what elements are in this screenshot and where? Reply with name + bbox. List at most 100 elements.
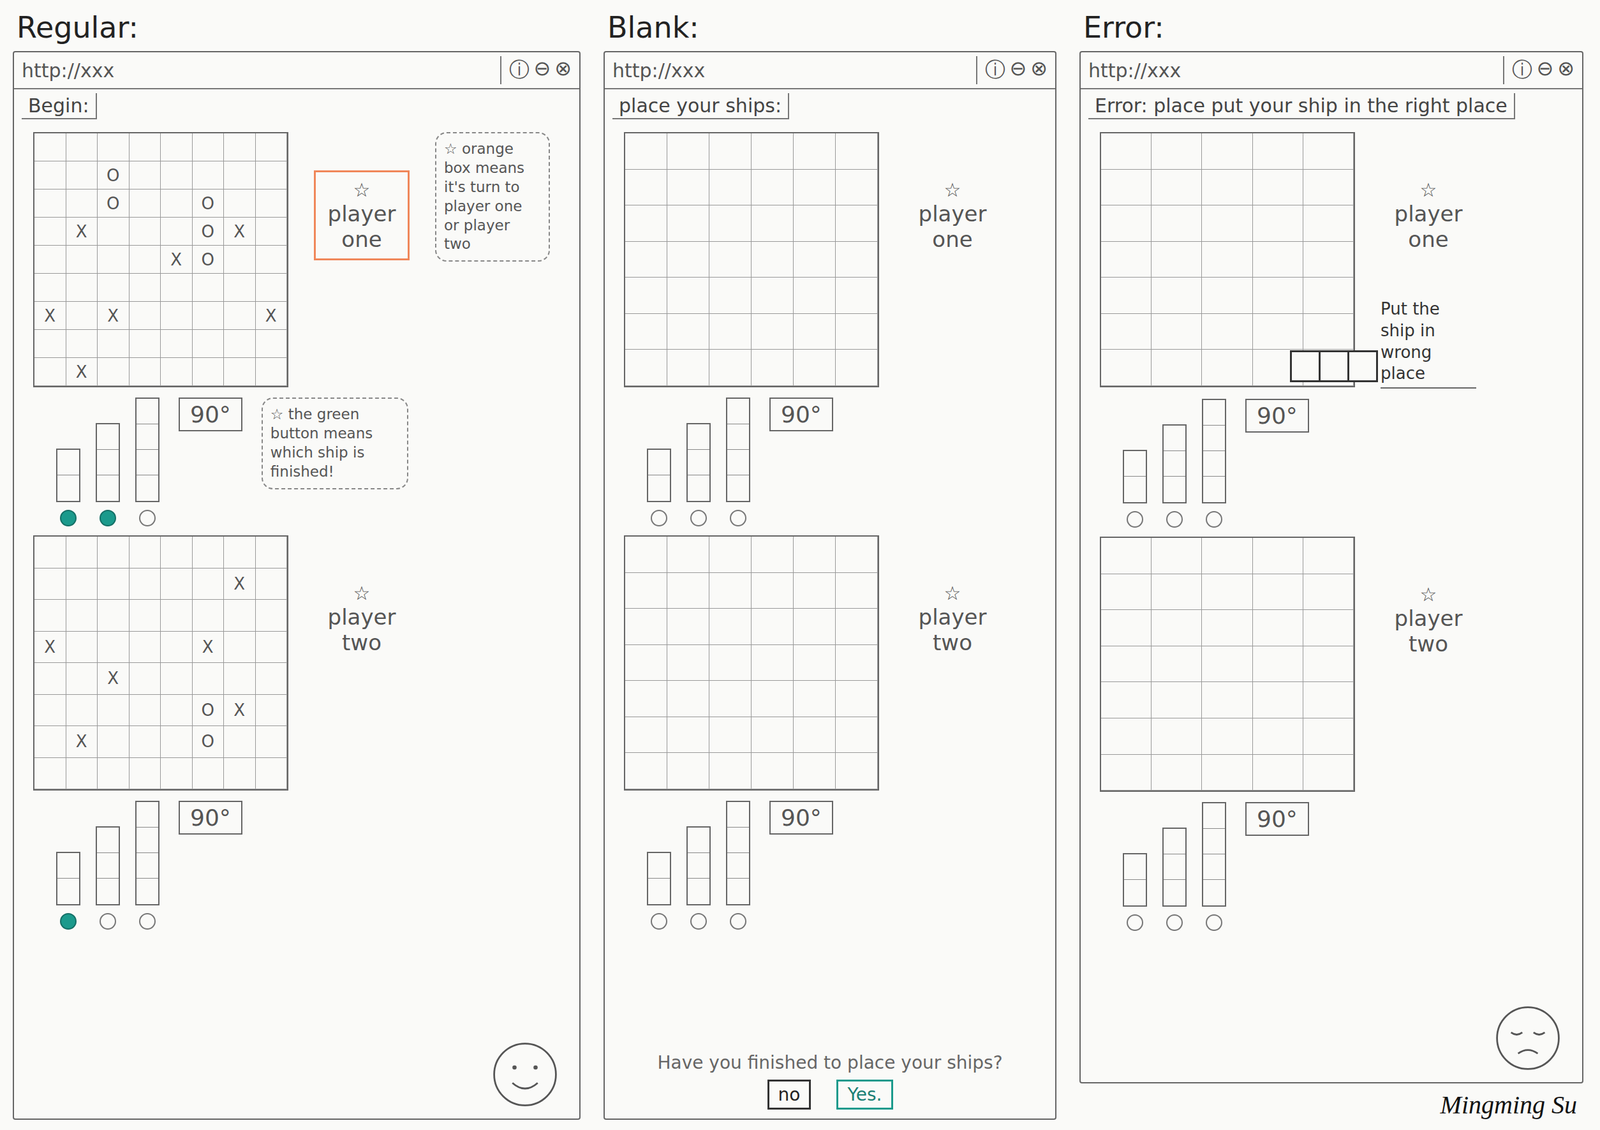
grid-cell[interactable]: [97, 217, 130, 246]
grid-cell[interactable]: [160, 357, 193, 386]
grid-cell[interactable]: [793, 717, 836, 754]
prompt-button[interactable]: Yes.: [836, 1079, 893, 1110]
grid-cell[interactable]: [1151, 241, 1202, 279]
grid-cell[interactable]: [667, 536, 710, 573]
grid-cell[interactable]: [97, 273, 130, 302]
grid-cell[interactable]: [129, 301, 162, 330]
grid-cell[interactable]: X: [66, 357, 99, 386]
grid-cell[interactable]: [34, 217, 67, 246]
grid-cell[interactable]: [625, 608, 668, 645]
grid-cell[interactable]: [1303, 681, 1354, 719]
grid-cell[interactable]: [97, 329, 130, 358]
grid-cell[interactable]: [709, 241, 752, 279]
grid-cell[interactable]: [625, 644, 668, 682]
grid-cell[interactable]: X: [255, 301, 288, 330]
grid-cell[interactable]: [667, 241, 710, 279]
grid-cell[interactable]: [1252, 241, 1304, 279]
grid-cell[interactable]: [192, 568, 225, 601]
grid-cell[interactable]: [751, 717, 794, 754]
grid-cell[interactable]: [160, 757, 193, 790]
grid-cell[interactable]: O: [192, 245, 225, 274]
grid-cell[interactable]: [1151, 205, 1202, 242]
ship-piece[interactable]: [135, 800, 160, 906]
grid-cell[interactable]: [1252, 646, 1304, 683]
grid-cell[interactable]: [255, 536, 288, 569]
grid-cell[interactable]: [751, 644, 794, 682]
grid-cell[interactable]: [66, 273, 99, 302]
rotate-button[interactable]: 90°: [1245, 801, 1310, 836]
ship-piece[interactable]: [646, 851, 672, 906]
grid-cell[interactable]: [66, 536, 99, 569]
grid-cell[interactable]: [129, 662, 162, 695]
window-button[interactable]: ⊗: [1030, 56, 1048, 85]
grid-cell[interactable]: [1101, 681, 1152, 719]
grid-cell[interactable]: [1252, 133, 1304, 170]
grid-cell[interactable]: [34, 694, 67, 727]
grid-cell[interactable]: [751, 241, 794, 279]
grid-cell[interactable]: [66, 245, 99, 274]
grid-cell[interactable]: [255, 725, 288, 758]
grid-cell[interactable]: [255, 189, 288, 218]
window-button[interactable]: ⊗: [554, 56, 572, 85]
grid-cell[interactable]: [709, 752, 752, 790]
grid-cell[interactable]: [1201, 537, 1253, 575]
grid-cell[interactable]: [129, 725, 162, 758]
ship-piece[interactable]: [135, 397, 160, 503]
grid-cell[interactable]: [793, 277, 836, 314]
grid-cell[interactable]: [192, 757, 225, 790]
grid-cell[interactable]: [793, 241, 836, 279]
grid-cell[interactable]: [1303, 646, 1354, 683]
grid-cell[interactable]: [34, 662, 67, 695]
grid-cell[interactable]: [667, 349, 710, 386]
grid-cell[interactable]: [66, 329, 99, 358]
grid-cell[interactable]: [223, 599, 256, 632]
grid-cell[interactable]: [66, 133, 99, 162]
grid-cell[interactable]: [1151, 609, 1202, 647]
grid-cell[interactable]: [255, 217, 288, 246]
grid-cell[interactable]: [625, 536, 668, 573]
grid-cell[interactable]: [223, 662, 256, 695]
grid-cell[interactable]: [835, 169, 878, 207]
grid-cell[interactable]: [129, 217, 162, 246]
grid-cell[interactable]: [1252, 277, 1304, 314]
grid-cell[interactable]: [1201, 133, 1253, 170]
address-bar[interactable]: http://xxx: [612, 59, 705, 82]
grid-cell[interactable]: [709, 313, 752, 351]
grid-cell[interactable]: [1151, 574, 1202, 611]
grid-cell[interactable]: [223, 301, 256, 330]
grid-cell[interactable]: [667, 717, 710, 754]
grid-cell[interactable]: X: [66, 217, 99, 246]
misplaced-ship[interactable]: [1291, 350, 1378, 383]
grid-cell[interactable]: [835, 717, 878, 754]
grid-cell[interactable]: [66, 161, 99, 190]
grid-cell[interactable]: [160, 161, 193, 190]
grid-cell[interactable]: [192, 357, 225, 386]
grid-cell[interactable]: [1252, 574, 1304, 611]
grid-cell[interactable]: [129, 161, 162, 190]
window-button[interactable]: ⊖: [533, 56, 551, 85]
grid-cell[interactable]: [625, 169, 668, 207]
grid-cell[interactable]: [1101, 754, 1152, 792]
window-button[interactable]: ⊖: [1009, 56, 1027, 85]
grid-cell[interactable]: [625, 133, 668, 170]
grid-cell[interactable]: [129, 631, 162, 664]
grid-cell[interactable]: [709, 133, 752, 170]
grid-cell[interactable]: X: [223, 217, 256, 246]
grid-cell[interactable]: [255, 245, 288, 274]
grid-cell[interactable]: [751, 608, 794, 645]
rotate-button[interactable]: 90°: [178, 397, 243, 432]
grid-cell[interactable]: [709, 536, 752, 573]
grid-cell[interactable]: X: [192, 631, 225, 664]
grid-cell[interactable]: [835, 644, 878, 682]
grid-cell[interactable]: [793, 752, 836, 790]
grid-cell[interactable]: [255, 357, 288, 386]
grid-cell[interactable]: [129, 245, 162, 274]
grid-cell[interactable]: [835, 536, 878, 573]
grid-cell[interactable]: [625, 349, 668, 386]
grid-cell[interactable]: [1201, 277, 1253, 314]
grid-cell[interactable]: [751, 680, 794, 718]
grid-cell[interactable]: [1201, 718, 1253, 755]
grid-cell[interactable]: [66, 599, 99, 632]
grid-cell[interactable]: [66, 189, 99, 218]
grid-cell[interactable]: [223, 725, 256, 758]
